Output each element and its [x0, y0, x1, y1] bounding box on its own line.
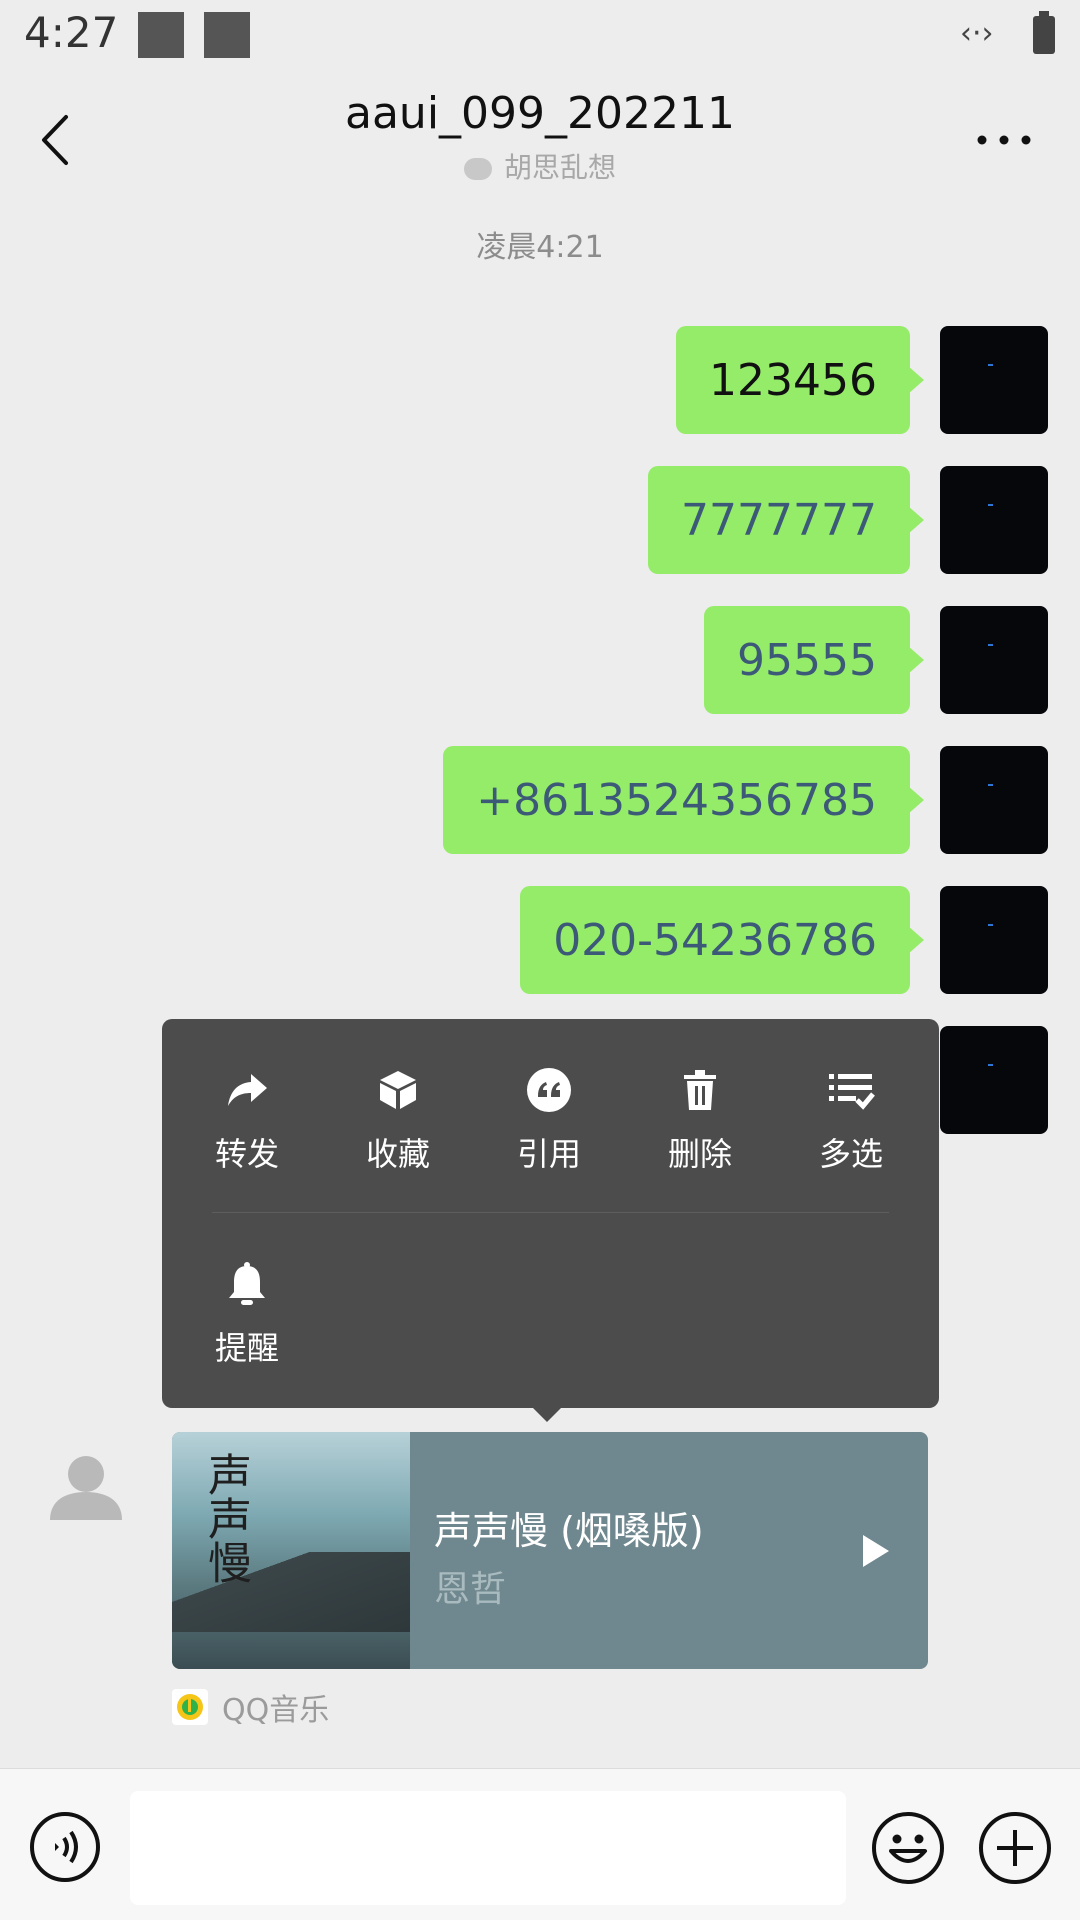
play-icon[interactable] — [855, 1531, 895, 1571]
voice-icon — [30, 1812, 100, 1882]
menu-item-label: 提醒 — [214, 1329, 279, 1367]
status-bar: 4:27 ‹·› — [0, 0, 1080, 72]
bell-icon — [229, 1262, 265, 1305]
status-time: 4:27 — [24, 8, 119, 57]
more-button[interactable] — [970, 120, 1040, 160]
chat-bubble-icon — [463, 158, 492, 180]
chat-subtitle: 胡思乱想 — [300, 146, 780, 186]
menu-item-label: 转发 — [214, 1135, 279, 1173]
music-title: 声声慢 (烟嗓版) — [434, 1509, 704, 1553]
music-share-card[interactable]: 声声慢 声声慢 (烟嗓版) 恩哲 — [172, 1432, 928, 1669]
message-row: 123456 — [676, 326, 1048, 434]
notification-icon — [138, 12, 184, 58]
my-avatar[interactable] — [940, 886, 1048, 994]
back-button[interactable] — [30, 105, 90, 175]
music-source-label: QQ音乐 — [222, 1693, 330, 1728]
album-cover-text: 声声慢 — [200, 1452, 251, 1584]
notification-icon — [204, 12, 250, 58]
chat-screen: 4:27 ‹·› aaui_099_202211 胡思乱想 凌晨4:21 123… — [0, 0, 1080, 1920]
menu-item-forward[interactable]: 转发 — [197, 1065, 297, 1175]
message-bubble[interactable]: 123456 — [676, 326, 924, 434]
menu-item-label: 删除 — [667, 1135, 732, 1173]
menu-item-multiselect[interactable]: 多选 — [801, 1065, 901, 1175]
more-features-button[interactable] — [978, 1811, 1052, 1885]
multiselect-icon — [829, 1074, 875, 1110]
my-avatar[interactable] — [940, 606, 1048, 714]
cube-icon — [380, 1071, 416, 1109]
menu-item-remind[interactable]: 提醒 — [197, 1259, 297, 1369]
menu-item-favorite[interactable]: 收藏 — [348, 1065, 448, 1175]
message-bubble[interactable]: 020-54236786 — [520, 886, 924, 994]
trash-icon — [684, 1070, 716, 1110]
menu-item-label: 收藏 — [365, 1135, 430, 1173]
play-triangle-icon — [863, 1535, 889, 1567]
my-avatar[interactable] — [940, 1026, 1048, 1134]
battery-icon — [1033, 11, 1055, 54]
music-artist: 恩哲 — [434, 1569, 507, 1610]
forward-icon — [228, 1074, 267, 1106]
chat-input-bar — [0, 1768, 1080, 1920]
voice-button[interactable] — [29, 1811, 101, 1883]
message-timestamp: 凌晨4:21 — [476, 230, 604, 265]
data-transfer-icon: ‹·› — [960, 16, 994, 51]
my-avatar[interactable] — [940, 746, 1048, 854]
message-input[interactable] — [130, 1791, 846, 1905]
music-source: QQ音乐 — [172, 1685, 329, 1729]
message-row: +8613524356785 — [443, 746, 1048, 854]
contact-avatar[interactable] — [48, 1450, 124, 1526]
chat-subtitle-text: 胡思乱想 — [503, 151, 616, 184]
message-bubble[interactable]: +8613524356785 — [443, 746, 924, 854]
default-avatar-icon — [50, 1456, 122, 1520]
message-row: 020-54236786 — [520, 886, 1048, 994]
menu-item-label: 引用 — [516, 1135, 581, 1173]
plus-icon — [979, 1812, 1051, 1884]
quote-icon — [527, 1068, 571, 1112]
album-cover: 声声慢 — [172, 1432, 410, 1669]
message-bubble[interactable]: 95555 — [704, 606, 924, 714]
emoji-button[interactable] — [871, 1811, 945, 1885]
chat-title: aaui_099_202211 — [345, 88, 735, 139]
my-avatar[interactable] — [940, 326, 1048, 434]
message-row — [940, 1026, 1048, 1134]
menu-item-quote[interactable]: 引用 — [499, 1065, 599, 1175]
message-row: 95555 — [704, 606, 1048, 714]
back-arrow-icon — [42, 115, 68, 165]
qq-music-logo-icon — [172, 1689, 208, 1725]
my-avatar[interactable] — [940, 466, 1048, 574]
more-dots-icon — [977, 135, 1031, 145]
emoji-icon — [872, 1812, 944, 1884]
message-bubble[interactable]: 7777777 — [648, 466, 924, 574]
message-context-menu: 转发 收藏 引用 删除 多选 提醒 — [162, 1019, 939, 1422]
message-row: 7777777 — [648, 466, 1048, 574]
menu-item-delete[interactable]: 删除 — [650, 1065, 750, 1175]
menu-item-label: 多选 — [818, 1135, 883, 1173]
menu-divider — [212, 1212, 889, 1213]
